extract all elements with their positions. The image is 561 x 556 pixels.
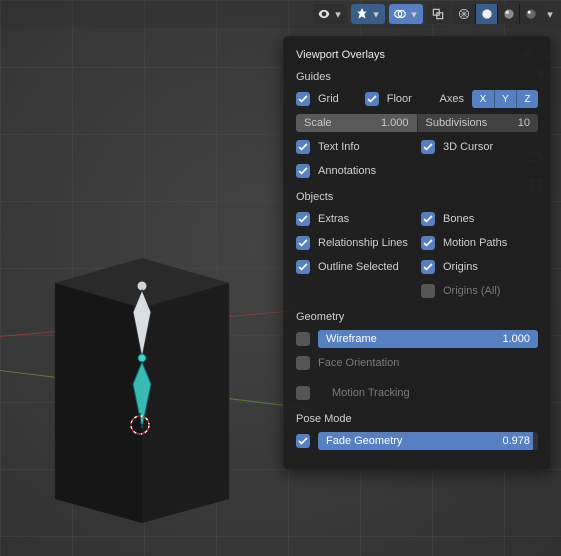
subdiv-label: Subdivisions [426,117,488,129]
check-icon [298,238,308,248]
fade-geometry-value: 0.978 [502,435,530,447]
chevron-down-icon: ▾ [409,8,419,21]
fade-geometry-slider[interactable]: Fade Geometry 0.978 [318,432,538,450]
subdivisions-field[interactable]: Subdivisions 10 [417,114,539,132]
chevron-down-icon: ▾ [371,8,381,21]
outline-selected-checkbox[interactable] [296,260,310,274]
motion-tracking-label: Motion Tracking [332,387,410,399]
cursor3d-label: 3D Cursor [443,141,493,153]
check-icon [423,262,433,272]
gizmo-icon [355,7,369,21]
annotations-checkbox[interactable] [296,164,310,178]
section-guides: Guides [296,71,538,83]
scale-value: 1.000 [381,117,409,129]
popover-title: Viewport Overlays [296,49,538,61]
fade-geometry-label: Fade Geometry [326,435,402,447]
wireframe-icon [457,7,471,21]
overlays-toggle-button[interactable]: ▾ [389,4,423,24]
relationship-lines-checkbox[interactable] [296,236,310,250]
shading-rendered-button[interactable] [519,4,541,24]
axes-label: Axes [440,93,464,105]
cursor3d-checkbox[interactable] [421,140,435,154]
fade-geometry-checkbox[interactable] [296,434,310,448]
check-icon [367,94,377,104]
shading-options-dropdown[interactable]: ▾ [545,8,555,21]
origins-all-label: Origins (All) [443,285,500,297]
floor-label: Floor [387,93,412,105]
check-icon [423,214,433,224]
wireframe-value: 1.000 [502,333,530,345]
cube-face-right [142,283,241,523]
origins-label: Origins [443,261,478,273]
overlays-icon [393,7,407,21]
mesh-cube[interactable] [43,258,241,526]
chevron-down-icon: ▾ [333,8,343,21]
shading-material-button[interactable] [497,4,519,24]
material-preview-icon [502,7,516,21]
origins-checkbox[interactable] [421,260,435,274]
section-pose-mode: Pose Mode [296,413,538,425]
xray-icon [431,7,445,21]
scale-field[interactable]: Scale 1.000 [296,114,417,132]
check-icon [298,436,308,446]
axis-y-button[interactable]: Y [494,90,516,108]
check-icon [298,214,308,224]
check-icon [298,94,308,104]
textinfo-checkbox[interactable] [296,140,310,154]
relationship-lines-label: Relationship Lines [318,237,408,249]
3d-cursor-icon [125,410,155,440]
toggle-xray-button[interactable] [427,4,449,24]
axis-x-button[interactable]: X [472,90,494,108]
wireframe-slider[interactable]: Wireframe 1.000 [318,330,538,348]
gizmo-toggle-button[interactable]: ▾ [351,4,385,24]
section-geometry: Geometry [296,311,538,323]
axes-buttons: X Y Z [472,90,538,108]
rendered-shading-icon [524,7,538,21]
check-icon [423,142,433,152]
check-icon [298,262,308,272]
annotations-label: Annotations [318,165,376,177]
solid-shading-icon [480,7,494,21]
motion-tracking-checkbox[interactable] [296,386,310,400]
shading-wireframe-button[interactable] [453,4,475,24]
bones-label: Bones [443,213,474,225]
check-icon [298,142,308,152]
axis-z-button[interactable]: Z [516,90,538,108]
section-objects: Objects [296,191,538,203]
grid-checkbox[interactable] [296,92,310,106]
subdiv-value: 10 [518,117,530,129]
grid-label: Grid [318,93,339,105]
wireframe-checkbox[interactable] [296,332,310,346]
motion-paths-checkbox[interactable] [421,236,435,250]
origins-all-checkbox[interactable] [421,284,435,298]
check-icon [423,238,433,248]
viewport-overlays-popover: Viewport Overlays Guides Grid Floor Axes… [283,36,551,470]
floor-checkbox[interactable] [365,92,379,106]
shading-solid-button[interactable] [475,4,497,24]
check-icon [298,166,308,176]
eye-icon [317,7,331,21]
extras-checkbox[interactable] [296,212,310,226]
viewport-header: ▾ ▾ ▾ ▾ [0,0,561,28]
textinfo-label: Text Info [318,141,360,153]
outline-selected-label: Outline Selected [318,261,399,273]
scale-label: Scale [304,117,332,129]
bones-checkbox[interactable] [421,212,435,226]
shading-mode-segment [453,4,541,24]
face-orientation-checkbox[interactable] [296,356,310,370]
object-visibility-button[interactable]: ▾ [313,4,347,24]
cube-face-left [43,283,142,523]
face-orientation-label: Face Orientation [318,357,399,369]
wireframe-label: Wireframe [326,333,377,345]
extras-label: Extras [318,213,349,225]
motion-paths-label: Motion Paths [443,237,507,249]
